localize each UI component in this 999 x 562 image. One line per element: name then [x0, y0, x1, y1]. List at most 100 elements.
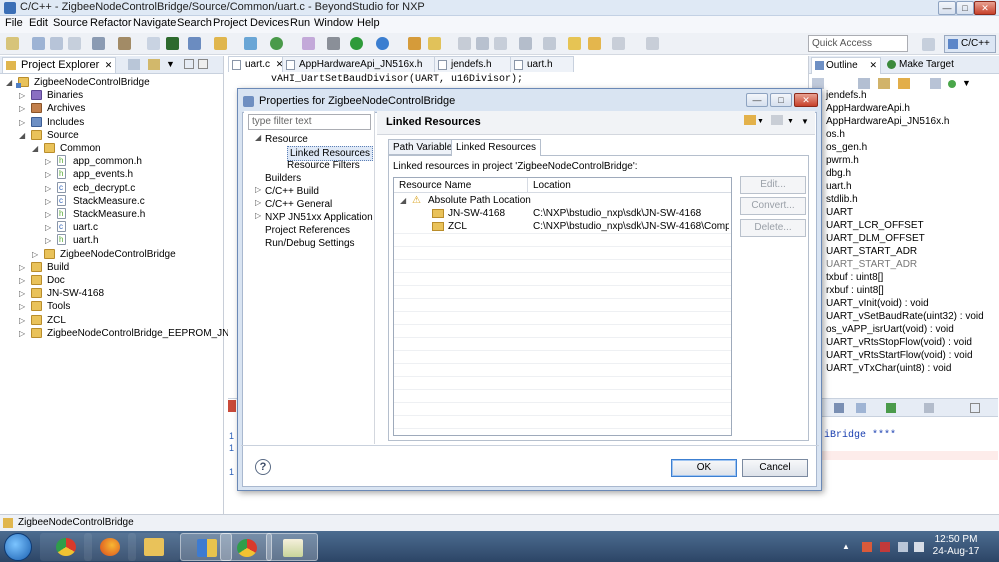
outline-item[interactable]: uart.h: [812, 180, 852, 193]
menu-window[interactable]: Window: [314, 17, 353, 29]
code-line[interactable]: vAHI_UartSetBaudDivisor(UART, u16Divisor…: [271, 74, 523, 85]
back-arrow-icon[interactable]: [744, 115, 756, 125]
tab-uart-h[interactable]: uart.h: [510, 56, 574, 72]
collapsed-arrow-icon[interactable]: ▷: [45, 234, 51, 247]
menu-refactor[interactable]: Refactor: [90, 17, 132, 29]
close-button[interactable]: ✕: [974, 1, 996, 15]
collapsed-arrow-icon[interactable]: ▷: [255, 198, 261, 207]
toggle-mark-icon[interactable]: [519, 37, 532, 50]
back-icon[interactable]: [588, 37, 601, 50]
new-class-icon[interactable]: [244, 37, 257, 50]
outline-item[interactable]: UART_vInit(void) : void: [812, 297, 929, 310]
outline-item[interactable]: txbuf : uint8[]: [812, 271, 883, 284]
collapsed-arrow-icon[interactable]: ▷: [19, 314, 25, 327]
build-icon[interactable]: [92, 37, 105, 50]
collapsed-arrow-icon[interactable]: ▷: [32, 248, 38, 261]
close-tab-icon[interactable]: ✕: [869, 58, 877, 73]
menu-help[interactable]: Help: [357, 17, 380, 29]
close-tab-icon[interactable]: ✕: [105, 58, 113, 73]
collapsed-arrow-icon[interactable]: ▷: [45, 195, 51, 208]
new-icon[interactable]: [6, 37, 19, 50]
cancel-button[interactable]: Cancel: [742, 459, 808, 477]
pin-icon[interactable]: [646, 37, 659, 50]
convert-button[interactable]: Convert...: [740, 197, 806, 215]
tab-project-explorer[interactable]: Project Explorer ✕: [2, 57, 117, 73]
menu-devices[interactable]: Devices: [250, 17, 289, 29]
hide-static-icon[interactable]: [878, 78, 890, 89]
outline-item[interactable]: os.h: [812, 128, 845, 141]
minimize-console-icon[interactable]: [970, 403, 980, 413]
outline-item[interactable]: #UART_DLM_OFFSET: [812, 232, 925, 245]
outline-item[interactable]: AppHardwareApi.h: [812, 102, 910, 115]
outline-item[interactable]: pwrm.h: [812, 154, 859, 167]
expanded-arrow-icon[interactable]: ◢: [19, 129, 25, 142]
outline-item[interactable]: os_vAPP_isrUart(void) : void: [812, 323, 954, 336]
outline-item[interactable]: UART_vRtsStopFlow(void) : void: [812, 336, 972, 349]
dialog-maximize-button[interactable]: □: [770, 93, 792, 107]
volume-icon[interactable]: [914, 542, 924, 552]
tab-outline[interactable]: Outline ✕: [811, 57, 881, 74]
new-project-icon[interactable]: [188, 37, 201, 50]
nav-item[interactable]: C/C++ General: [265, 198, 332, 211]
display-console-icon[interactable]: [834, 403, 844, 413]
collapsed-arrow-icon[interactable]: ▷: [19, 102, 25, 115]
expanded-arrow-icon[interactable]: ◢: [400, 194, 406, 207]
back-dropdown-icon[interactable]: ▼: [757, 118, 764, 125]
collapsed-arrow-icon[interactable]: ▷: [19, 89, 25, 102]
hammer-icon[interactable]: [118, 37, 131, 50]
outline-item[interactable]: rxbuf : uint8[]: [812, 284, 884, 297]
breakpoint-icon[interactable]: [302, 37, 315, 50]
menu-navigate[interactable]: Navigate: [133, 17, 176, 29]
menu-edit[interactable]: Edit: [29, 17, 48, 29]
dialog-close-button[interactable]: ✕: [794, 93, 818, 107]
open-folder-icon[interactable]: [214, 37, 227, 50]
outline-item[interactable]: jendefs.h: [812, 89, 867, 102]
menu-file[interactable]: File: [5, 17, 23, 29]
minimize-button[interactable]: —: [938, 1, 956, 15]
expanded-arrow-icon[interactable]: ◢: [32, 142, 38, 155]
table-row[interactable]: ZCL C:\NXP\bstudio_nxp\sdk\JN-SW-4168\Com…: [394, 220, 731, 233]
next-annotation-icon[interactable]: [543, 37, 556, 50]
collapsed-arrow-icon[interactable]: ▷: [19, 274, 25, 287]
save-icon[interactable]: [32, 37, 45, 50]
nav-item[interactable]: Project References: [265, 224, 350, 237]
link-editor-icon[interactable]: [148, 59, 160, 70]
view-menu-icon[interactable]: ▼: [166, 59, 175, 70]
nav-item[interactable]: C/C++ Build: [265, 185, 319, 198]
tab-jendefs[interactable]: jendefs.h: [434, 56, 518, 72]
outline-item[interactable]: #UART_LCR_OFFSET: [812, 219, 924, 232]
forward-arrow-icon[interactable]: [771, 115, 783, 125]
collapsed-arrow-icon[interactable]: ▷: [19, 287, 25, 300]
tray-app-icon[interactable]: [862, 542, 872, 552]
pin-console-icon[interactable]: [856, 403, 866, 413]
collapsed-arrow-icon[interactable]: ▷: [45, 155, 51, 168]
nav-item[interactable]: Resource: [265, 133, 308, 146]
problems-icon[interactable]: [228, 400, 236, 412]
perspective-cpp-button[interactable]: C/C++: [944, 35, 996, 53]
forward-dropdown-icon[interactable]: ▼: [787, 118, 794, 125]
column-resource-name[interactable]: Resource Name: [394, 178, 528, 193]
outline-item[interactable]: UART_vRtsStartFlow(void) : void: [812, 349, 973, 362]
start-button[interactable]: [4, 533, 32, 561]
tab-make-target[interactable]: Make Target: [885, 57, 954, 74]
forward-icon[interactable]: [612, 37, 625, 50]
nav-item[interactable]: Run/Debug Settings: [265, 237, 355, 250]
delete-button[interactable]: Delete...: [740, 219, 806, 237]
maximize-button[interactable]: □: [956, 1, 974, 15]
debug-config-icon[interactable]: [147, 37, 160, 50]
outline-item[interactable]: UART_vTxChar(uint8) : void: [812, 362, 951, 375]
last-edit-icon[interactable]: [568, 37, 581, 50]
open-type-icon[interactable]: [408, 37, 421, 50]
filter-input[interactable]: type filter text: [248, 114, 371, 130]
linked-resources-table[interactable]: Resource Name Location ◢ ⚠ Absolute Path L…: [393, 177, 732, 436]
menu-project[interactable]: Project: [213, 17, 247, 29]
tray-expand-icon[interactable]: ▲: [842, 542, 852, 552]
tab-apphardwareapi[interactable]: AppHardwareApi_JN516x.h: [282, 56, 446, 72]
outline-item[interactable]: os_gen.h: [812, 141, 867, 154]
menu-search[interactable]: Search: [177, 17, 212, 29]
expanded-arrow-icon[interactable]: ◢: [6, 76, 12, 89]
collapsed-arrow-icon[interactable]: ▷: [19, 116, 25, 129]
expanded-arrow-icon[interactable]: ◢: [255, 133, 261, 142]
outline-item[interactable]: stdlib.h: [812, 193, 858, 206]
debug-icon[interactable]: [376, 37, 389, 50]
